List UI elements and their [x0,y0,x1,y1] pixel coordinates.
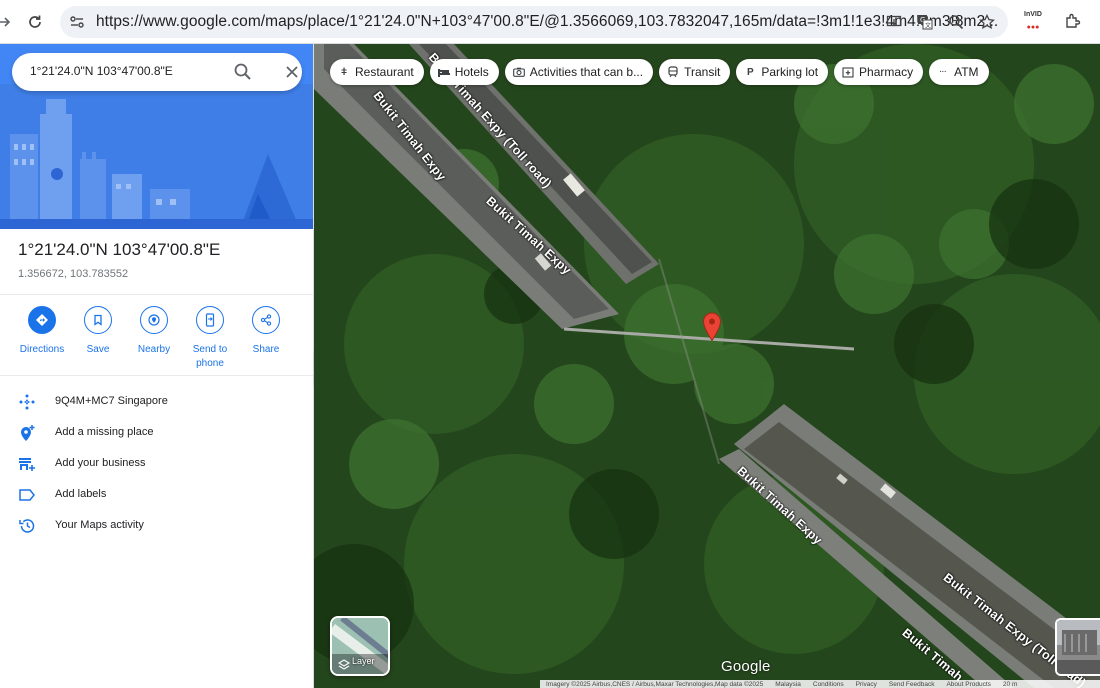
search-icon[interactable] [233,62,253,82]
nearby-button[interactable]: Nearby [126,306,182,371]
label-icon [18,486,36,504]
history-icon [18,517,36,535]
reload-icon[interactable] [22,9,48,35]
zoom-icon[interactable] [945,11,967,33]
chip-restaurant[interactable]: ǂ Restaurant [330,59,424,85]
add-place-icon [18,424,36,442]
bookmark-icon [84,306,112,334]
list-item-add-missing-place[interactable]: Add a missing place [0,417,313,448]
location-pin-icon[interactable] [702,312,722,342]
translate-icon[interactable]: G文 [914,11,936,33]
send-to-phone-button[interactable]: Send to phone [182,306,238,371]
restaurant-icon: ǂ [341,66,347,78]
divider [0,375,313,376]
close-icon[interactable] [282,62,302,82]
maps-activity-text: Your Maps activity [55,519,144,531]
parking-icon: P [747,66,754,78]
layers-icon [337,658,351,670]
add-business-icon [18,455,36,473]
place-panel: 1°21'24.0"N 103°47'00.8"E 1.356672, 103.… [0,44,314,688]
about-products-link[interactable]: About Products [946,681,990,688]
site-info-icon[interactable] [68,13,86,31]
svg-text:文: 文 [925,22,931,30]
send-to-phone-label: Send to phone [192,344,228,369]
satellite-map[interactable]: Bukit Timah Expy Bukit Timah Expy (Toll … [314,44,1100,688]
plus-code-icon [18,393,36,411]
chip-label: Activities that can b... [529,65,644,79]
chip-label: Pharmacy [859,65,914,79]
search-input[interactable] [30,64,220,78]
nearby-label: Nearby [137,344,171,355]
directions-label: Directions [19,344,65,355]
chip-label: Hotels [454,65,489,79]
install-app-icon[interactable] [883,11,905,33]
map-footer: Imagery ©2025 Airbus,CNES / Airbus,Maxar… [540,680,1100,688]
divider [0,294,313,295]
save-button[interactable]: Save [70,306,126,371]
chip-pharmacy[interactable]: Pharmacy [834,59,924,85]
share-button[interactable]: Share [238,306,294,371]
chip-parking[interactable]: P Parking lot [736,59,829,85]
share-label: Share [252,344,280,355]
google-logo: Google [721,658,771,675]
send-to-phone-icon [196,306,224,334]
forward-arrow-icon[interactable] [0,9,18,35]
send-feedback-link[interactable]: Send Feedback [889,681,935,688]
extensions-puzzle-icon[interactable] [1060,8,1086,34]
list-item-add-labels[interactable]: Add labels [0,479,313,510]
invid-dots: ●●● [1026,23,1040,31]
place-coordinates: 1.356672, 103.783552 [18,268,129,280]
place-details-list: 9Q4M+MC7 Singapore Add a missing place A… [0,386,313,541]
plus-code-text: 9Q4M+MC7 Singapore [55,395,168,407]
directions-button[interactable]: Directions [14,306,70,371]
share-icon [252,306,280,334]
chip-label: Transit [684,65,721,79]
layer-label: Layer [352,656,375,666]
chip-label: Parking lot [761,65,819,79]
add-missing-place-text: Add a missing place [55,426,154,438]
chip-hotels[interactable]: Hotels [429,59,499,85]
address-bar[interactable]: https://www.google.com/maps/place/1°21'2… [60,6,1008,38]
satellite-imagery [314,44,1100,688]
action-buttons: Directions Save Nearby Send to phone Sha… [14,306,300,371]
hero-illustration [0,44,313,229]
nearby-icon [140,306,168,334]
list-item-add-business[interactable]: Add your business [0,448,313,479]
chip-label: Restaurant [355,65,414,79]
chip-transit[interactable]: Transit [659,59,731,85]
category-chips: ǂ Restaurant Hotels Activities that can b… [330,59,989,85]
add-business-text: Add your business [55,457,146,469]
privacy-link[interactable]: Privacy [856,681,877,688]
save-label: Save [86,344,110,355]
url-text[interactable]: https://www.google.com/maps/place/1°21'2… [96,13,998,31]
imagery-attribution: Imagery ©2025 Airbus,CNES / Airbus,Maxar… [546,680,764,688]
street-view-thumbnail[interactable] [1055,618,1100,676]
add-labels-text: Add labels [55,488,107,500]
transit-icon [667,66,679,78]
browser-toolbar: https://www.google.com/maps/place/1°21'2… [0,0,1100,44]
pharmacy-icon [842,66,854,78]
layer-toggle-button[interactable]: Layer [330,616,390,676]
search-box[interactable] [12,53,302,91]
region-link[interactable]: Malaysia [775,681,801,688]
atm-icon: ··· [939,68,947,76]
hotel-icon [437,66,450,78]
bookmark-star-icon[interactable] [976,11,998,33]
directions-icon [28,306,56,334]
place-title: 1°21'24.0"N 103°47'00.8"E [18,240,221,259]
conditions-link[interactable]: Conditions [813,681,844,688]
scale-label[interactable]: 20 m [1003,681,1017,688]
chip-label: ATM [954,65,979,79]
list-item-plus-code[interactable]: 9Q4M+MC7 Singapore [0,386,313,417]
chip-atm[interactable]: ··· ATM [929,59,989,85]
camera-icon [512,66,525,78]
chip-activities[interactable]: Activities that can b... [504,59,654,85]
invid-extension-icon[interactable]: InVID ●●● [1020,8,1046,34]
invid-label: InVID [1024,10,1042,18]
list-item-maps-activity[interactable]: Your Maps activity [0,510,313,541]
